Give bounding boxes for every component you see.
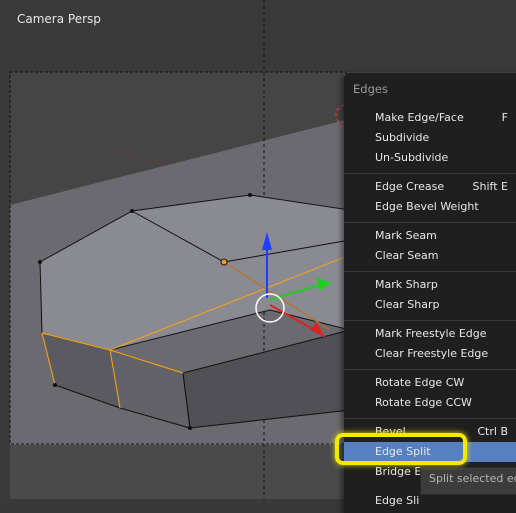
menu-item-label: Un-Subdivide <box>375 151 449 164</box>
menu-item-edge-crease[interactable]: Edge Crease Shift E <box>344 177 516 197</box>
menu-separator <box>344 418 516 419</box>
menu-item-label: Make Edge/Face <box>375 111 464 124</box>
menu-item-label: Mark Seam <box>375 229 437 242</box>
menu-item-un-subdivide[interactable]: Un-Subdivide <box>344 148 516 168</box>
menu-item-shortcut: Ctrl B <box>477 425 508 438</box>
menu-item-label: Clear Freestyle Edge <box>375 347 489 360</box>
menu-item-shortcut: F <box>501 111 508 124</box>
menu-item-shortcut: Shift E <box>472 180 508 193</box>
tooltip: Split selected edg <box>420 467 516 495</box>
menu-item-label: Edge Crease <box>375 180 445 193</box>
vertex <box>248 193 252 197</box>
menu-item-clear-sharp[interactable]: Clear Sharp <box>344 295 516 315</box>
menu-title: Edges <box>353 82 388 96</box>
menu-item-clear-freestyle-edge[interactable]: Clear Freestyle Edge <box>344 344 516 364</box>
vertex <box>53 383 57 387</box>
menu-item-mark-freestyle-edge[interactable]: Mark Freestyle Edge <box>344 324 516 344</box>
menu-item-label: Subdivide <box>375 131 430 144</box>
menu-separator <box>344 320 516 321</box>
menu-item-label: Edge Bevel Weight <box>375 200 479 213</box>
menu-item-label: Rotate Edge CCW <box>375 396 472 409</box>
menu-item-label: Bridge E <box>375 465 422 478</box>
menu-item-label: Clear Sharp <box>375 298 440 311</box>
menu-item-clear-seam[interactable]: Clear Seam <box>344 246 516 266</box>
menu-item-rotate-edge-cw[interactable]: Rotate Edge CW <box>344 373 516 393</box>
menu-item-mark-seam[interactable]: Mark Seam <box>344 226 516 246</box>
menu-separator <box>344 173 516 174</box>
menu-item-label: Clear Seam <box>375 249 439 262</box>
annotation-highlight <box>335 433 467 465</box>
viewport-title: Camera Persp <box>17 12 101 26</box>
tooltip-text: Split selected edg <box>429 472 516 485</box>
menu-item-rotate-edge-ccw[interactable]: Rotate Edge CCW <box>344 393 516 413</box>
menu-item-label: Mark Freestyle Edge <box>375 327 487 340</box>
menu-item-label: Edge Sli <box>375 494 420 507</box>
menu-separator <box>344 271 516 272</box>
menu-separator <box>344 222 516 223</box>
menu-item-label: Rotate Edge CW <box>375 376 465 389</box>
menu-item-subdivide[interactable]: Subdivide <box>344 128 516 148</box>
menu-item-edge-bevel-weight[interactable]: Edge Bevel Weight <box>344 197 516 217</box>
menu-item-mark-sharp[interactable]: Mark Sharp <box>344 275 516 295</box>
3d-viewport[interactable]: Camera Persp Edges Make Edge/Face F Subd… <box>0 0 516 513</box>
menu-separator <box>344 369 516 370</box>
vertex <box>38 260 42 264</box>
selected-vertex <box>220 258 228 266</box>
menu-item-label: Mark Sharp <box>375 278 438 291</box>
menu-item-make-edge-face[interactable]: Make Edge/Face F <box>344 108 516 128</box>
vertex <box>188 426 192 430</box>
vertex <box>130 209 134 213</box>
